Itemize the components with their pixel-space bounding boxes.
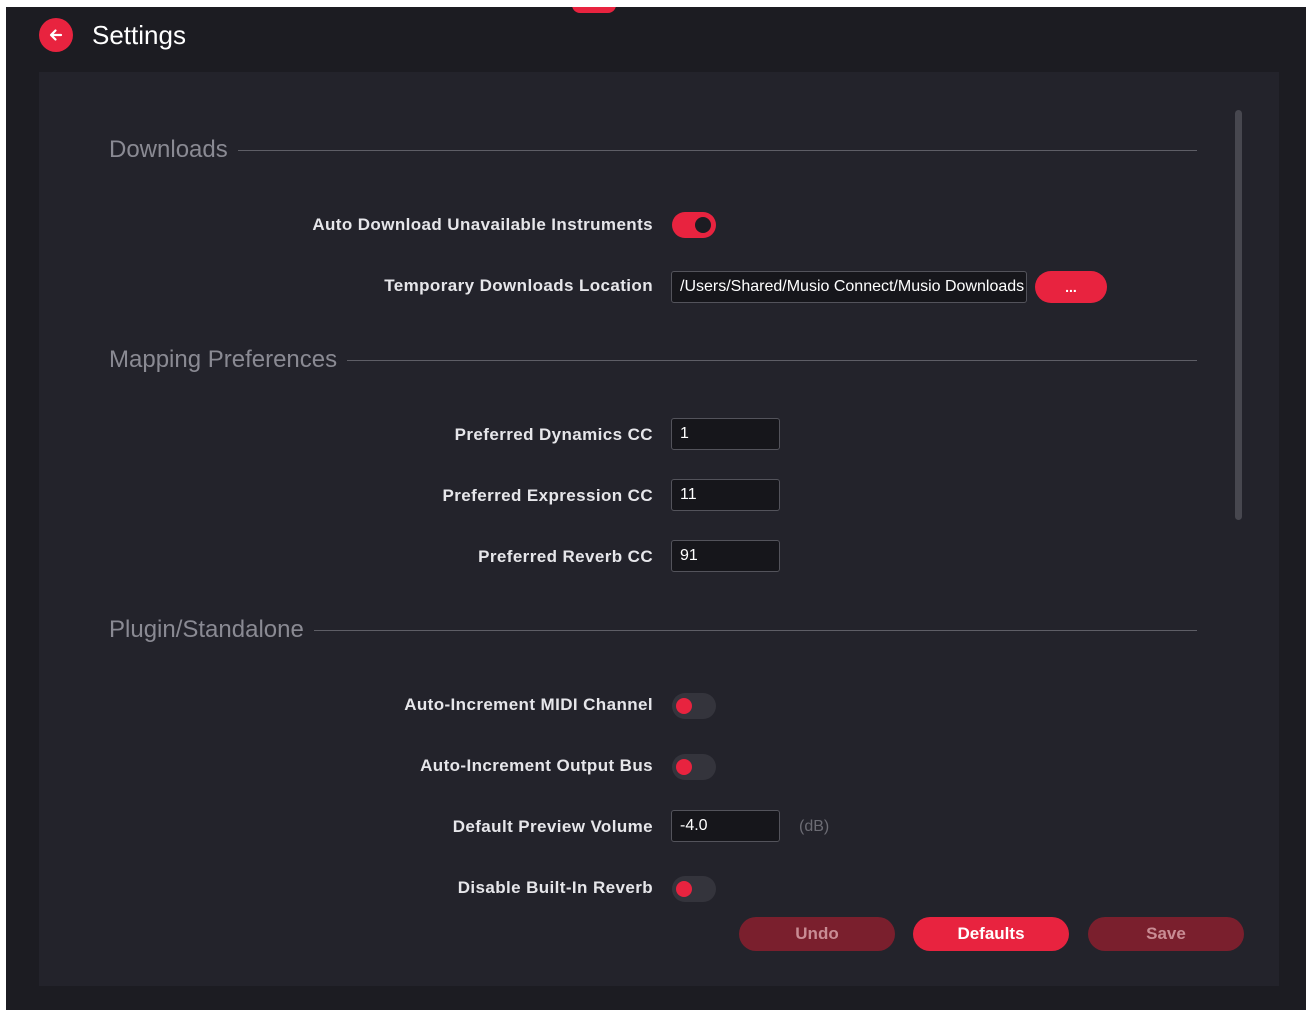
- toggle-knob: [695, 217, 711, 233]
- toggle-knob: [676, 698, 692, 714]
- dynamics-cc-field[interactable]: 1: [671, 418, 780, 450]
- output-bus-toggle[interactable]: [672, 754, 716, 780]
- section-divider: [313, 629, 1197, 631]
- preview-volume-field[interactable]: -4.0: [671, 810, 780, 842]
- defaults-button[interactable]: Defaults: [913, 917, 1069, 951]
- section-divider: [237, 149, 1197, 151]
- midi-channel-toggle[interactable]: [672, 693, 716, 719]
- settings-window: Settings Downloads Auto Download Unavail…: [6, 7, 1306, 1010]
- toggle-knob: [676, 881, 692, 897]
- builtin-reverb-toggle[interactable]: [672, 876, 716, 902]
- temp-location-field[interactable]: /Users/Shared/Musio Connect/Musio Downlo…: [671, 271, 1027, 303]
- auto-download-toggle[interactable]: [672, 212, 716, 238]
- scrollbar-thumb[interactable]: [1235, 110, 1242, 520]
- output-bus-label: Auto-Increment Output Bus: [420, 756, 653, 775]
- header: Settings: [6, 7, 1306, 67]
- section-title: Plugin/Standalone: [109, 616, 304, 643]
- save-button[interactable]: Save: [1088, 917, 1244, 951]
- arrow-left-icon: [48, 27, 64, 43]
- expression-cc-label: Preferred Expression CC: [442, 486, 653, 505]
- preview-volume-label: Default Preview Volume: [452, 817, 653, 836]
- auto-download-label: Auto Download Unavailable Instruments: [312, 215, 653, 234]
- section-divider: [347, 359, 1197, 361]
- builtin-reverb-label: Disable Built-In Reverb: [457, 878, 653, 897]
- settings-panel: Downloads Auto Download Unavailable Inst…: [39, 72, 1279, 986]
- temp-location-label: Temporary Downloads Location: [384, 276, 653, 295]
- undo-button[interactable]: Undo: [739, 917, 895, 951]
- dynamics-cc-label: Preferred Dynamics CC: [454, 425, 653, 444]
- section-plugin-header: Plugin/Standalone: [109, 616, 1197, 644]
- midi-channel-label: Auto-Increment MIDI Channel: [404, 695, 653, 714]
- expression-cc-field[interactable]: 11: [671, 479, 780, 511]
- section-title: Downloads: [109, 136, 228, 163]
- section-downloads-header: Downloads: [109, 136, 1197, 164]
- toggle-knob: [676, 759, 692, 775]
- section-title: Mapping Preferences: [109, 346, 338, 373]
- section-mapping-header: Mapping Preferences: [109, 346, 1197, 374]
- back-button[interactable]: [39, 18, 73, 52]
- page-title: Settings: [92, 20, 186, 50]
- reverb-cc-label: Preferred Reverb CC: [478, 547, 653, 566]
- browse-location-button[interactable]: ...: [1035, 271, 1107, 303]
- preview-volume-unit: (dB): [799, 818, 830, 835]
- reverb-cc-field[interactable]: 91: [671, 540, 780, 572]
